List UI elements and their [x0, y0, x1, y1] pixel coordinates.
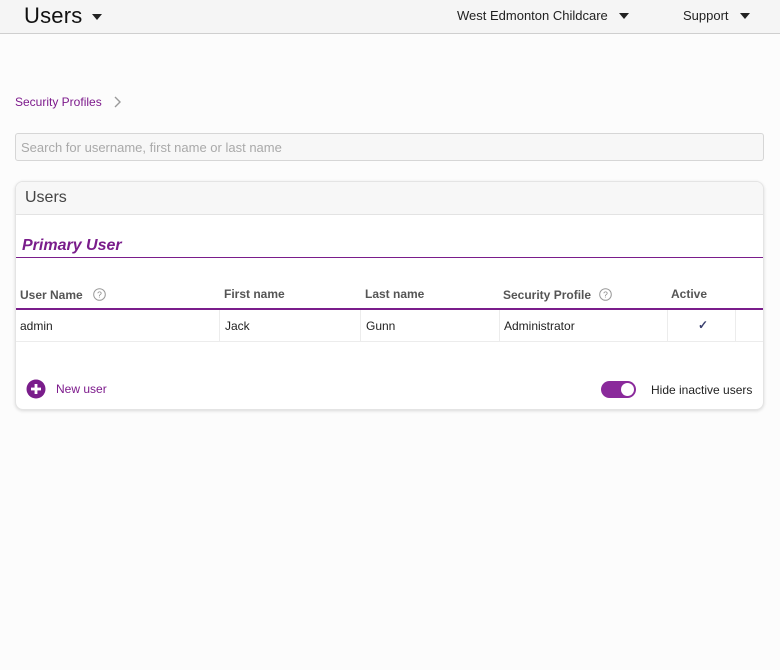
search-box: [15, 133, 764, 161]
card-title: Users: [16, 182, 763, 215]
support-menu[interactable]: Support: [683, 8, 750, 23]
table-row[interactable]: admin Jack Gunn Administrator ✓: [16, 310, 763, 342]
plus-circle-icon: [26, 379, 46, 399]
hide-inactive-toggle[interactable]: [601, 381, 636, 398]
column-header-first-name[interactable]: First name: [224, 287, 285, 301]
page-title-dropdown[interactable]: Users: [24, 3, 103, 29]
top-bar: Users West Edmonton Childcare Support: [0, 0, 780, 34]
support-menu-label: Support: [683, 8, 729, 23]
search-input[interactable]: [16, 134, 763, 160]
column-divider: [667, 310, 668, 342]
column-header-security-profile[interactable]: Security Profile: [503, 288, 591, 302]
location-menu-label: West Edmonton Childcare: [457, 8, 608, 23]
chevron-right-icon: [114, 96, 121, 108]
column-header-username[interactable]: User Name: [20, 288, 83, 302]
hide-inactive-label: Hide inactive users: [651, 383, 753, 397]
cell-first-name: Jack: [225, 319, 250, 333]
column-divider: [735, 310, 736, 342]
users-card: Users Primary User User Name ? First nam…: [15, 181, 764, 410]
active-check-icon: ✓: [698, 318, 709, 332]
section-divider: [16, 257, 763, 258]
new-user-label: New user: [56, 382, 107, 396]
help-circle-icon[interactable]: ?: [93, 288, 106, 301]
cell-username: admin: [20, 319, 53, 333]
svg-text:?: ?: [97, 290, 102, 300]
section-title: Primary User: [22, 237, 122, 254]
new-user-button[interactable]: New user: [26, 379, 107, 399]
caret-down-icon: [92, 14, 103, 20]
cell-security-profile: Administrator: [504, 319, 575, 333]
caret-down-icon: [618, 12, 629, 19]
toggle-knob: [621, 383, 634, 396]
column-divider: [219, 310, 220, 342]
cell-last-name: Gunn: [366, 319, 396, 333]
column-divider: [499, 310, 500, 342]
location-menu[interactable]: West Edmonton Childcare: [457, 8, 629, 23]
breadcrumb-security-profiles[interactable]: Security Profiles: [15, 95, 102, 109]
caret-down-icon: [739, 12, 750, 19]
column-header-active[interactable]: Active: [671, 287, 707, 301]
help-circle-icon[interactable]: ?: [599, 288, 612, 301]
column-header-last-name[interactable]: Last name: [365, 287, 424, 301]
column-divider: [360, 310, 361, 342]
breadcrumb: Security Profiles: [15, 95, 123, 109]
svg-text:?: ?: [603, 290, 608, 300]
page-title: Users: [24, 3, 83, 28]
